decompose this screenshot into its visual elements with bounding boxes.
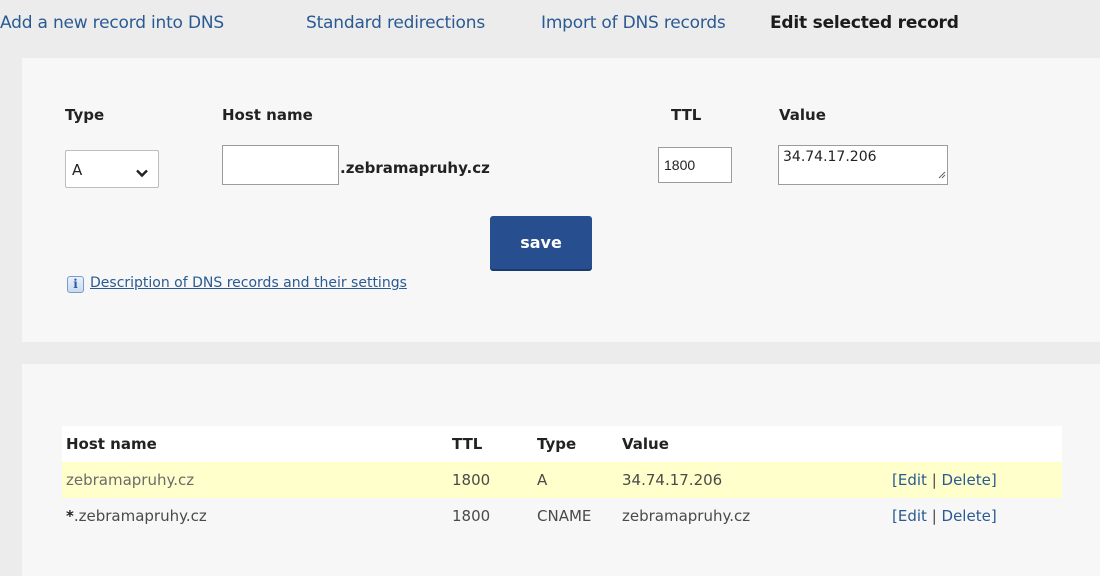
value-text: 34.74.17.206 xyxy=(783,149,877,165)
tab-edit-record[interactable]: Edit selected record xyxy=(770,13,959,33)
row-value: zebramapruhy.cz xyxy=(622,507,751,525)
tab-standard-redirections[interactable]: Standard redirections xyxy=(306,13,485,33)
table-row: zebramapruhy.cz 1800 A 34.74.17.206 [Edi… xyxy=(62,462,1062,498)
row-type: CNAME xyxy=(537,507,592,525)
row-ttl: 1800 xyxy=(452,471,491,489)
header-host-name: Host name xyxy=(66,435,157,453)
ttl-label: TTL xyxy=(671,106,702,124)
header-value: Value xyxy=(622,435,669,453)
table-header-row: Host name TTL Type Value xyxy=(62,426,1062,462)
host-name-input[interactable] xyxy=(222,145,339,185)
action-separator: | xyxy=(926,507,942,525)
resize-grip-icon[interactable] xyxy=(937,164,946,183)
dns-records-table: Host name TTL Type Value zebramapruhy.cz… xyxy=(62,426,1062,534)
edit-link[interactable]: Edit xyxy=(898,471,927,489)
action-separator: | xyxy=(926,471,942,489)
row-host-domain: .zebramapruhy.cz xyxy=(73,507,207,525)
host-name-label: Host name xyxy=(222,106,313,124)
tab-add-record[interactable]: Add a new record into DNS xyxy=(0,13,224,33)
bracket-close: ] xyxy=(990,471,997,489)
tab-bar: Add a new record into DNS Standard redir… xyxy=(0,0,1100,56)
row-type: A xyxy=(537,471,548,489)
row-host-name: zebramapruhy.cz xyxy=(66,471,195,489)
row-host-name: *.zebramapruhy.cz xyxy=(66,507,207,525)
value-textarea[interactable]: 34.74.17.206 xyxy=(778,145,948,185)
row-actions: [Edit | Delete] xyxy=(892,507,997,525)
bracket-close: ] xyxy=(990,507,997,525)
row-ttl: 1800 xyxy=(452,507,491,525)
dns-records-panel: Host name TTL Type Value zebramapruhy.cz… xyxy=(22,364,1100,576)
header-ttl: TTL xyxy=(452,435,483,453)
chevron-down-icon xyxy=(136,164,148,182)
edit-link[interactable]: Edit xyxy=(898,507,927,525)
save-button[interactable]: save xyxy=(490,216,592,269)
type-select[interactable]: A xyxy=(65,150,159,188)
edit-record-form: Type Host name TTL Value A .zebramapruhy… xyxy=(22,58,1100,342)
info-icon: i xyxy=(67,276,84,293)
wildcard-star: * xyxy=(66,507,74,525)
delete-link[interactable]: Delete xyxy=(942,507,991,525)
dns-description-link[interactable]: Description of DNS records and their set… xyxy=(90,275,407,291)
table-row: *.zebramapruhy.cz 1800 CNAME zebramapruh… xyxy=(62,498,1062,534)
type-select-value: A xyxy=(72,161,83,179)
value-label: Value xyxy=(779,106,826,124)
row-value: 34.74.17.206 xyxy=(622,471,723,489)
type-label: Type xyxy=(65,106,105,124)
delete-link[interactable]: Delete xyxy=(942,471,991,489)
row-actions: [Edit | Delete] xyxy=(892,471,997,489)
ttl-input[interactable] xyxy=(658,147,732,183)
domain-suffix: .zebramapruhy.cz xyxy=(340,159,490,177)
header-type: Type xyxy=(537,435,577,453)
tab-import-records[interactable]: Import of DNS records xyxy=(541,13,726,33)
